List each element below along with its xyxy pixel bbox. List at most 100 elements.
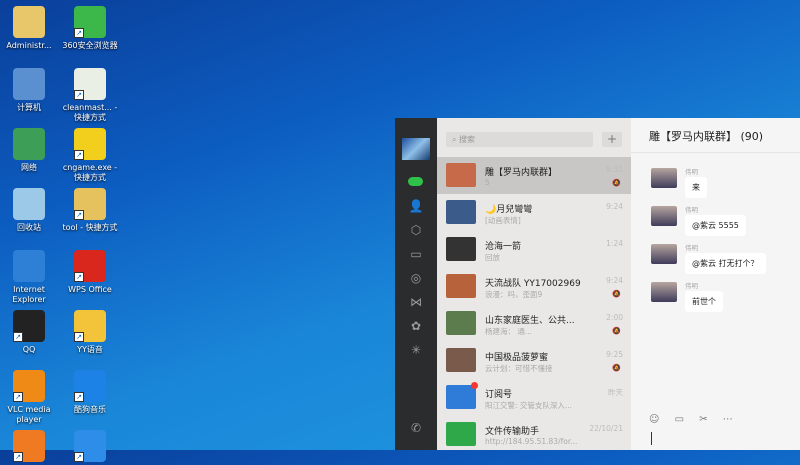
chat-avatar	[446, 200, 476, 224]
desktop-icon-label: 网络	[21, 163, 37, 172]
desktop-icon[interactable]: ↗	[58, 430, 122, 465]
chat-time: 9:25	[606, 350, 623, 359]
desktop-icon[interactable]: ↗ cleanmast... - 快捷方式	[58, 68, 122, 123]
app-icon: ↗	[74, 128, 106, 160]
shortcut-arrow-icon: ↗	[13, 332, 23, 342]
chat-time: 22/10/21	[589, 424, 623, 433]
add-button[interactable]: +	[602, 132, 622, 147]
contacts-icon[interactable]: 👤	[408, 198, 424, 214]
chat-icon[interactable]	[408, 177, 423, 186]
chat-avatar	[446, 311, 476, 335]
desktop-icon[interactable]: Internet Explorer	[0, 250, 61, 305]
user-avatar[interactable]	[402, 138, 430, 160]
chat-name: 🌙月兒彎彎	[485, 205, 533, 215]
chat-list-item[interactable]: 文件传输助手 http://184.95.51.83/for... 22/10/…	[437, 416, 631, 453]
chat-avatar	[446, 274, 476, 298]
chat-avatar	[446, 422, 476, 446]
desktop-icon-label: 360安全浏览器	[62, 41, 118, 50]
desktop-icon[interactable]: ↗ WPS Office	[58, 250, 122, 295]
desktop-icon[interactable]: 计算机	[0, 68, 61, 113]
unread-dot	[471, 382, 478, 389]
chat-list-item[interactable]: 订阅号 阳江交警: 交管支队深入... 昨天	[437, 379, 631, 416]
phone-icon[interactable]: ✆	[408, 420, 424, 436]
sender-name: 伟明	[685, 244, 698, 252]
desktop-icon[interactable]: ↗ YY语音	[58, 310, 122, 355]
search-input[interactable]: ⌕ 搜索	[446, 132, 593, 147]
sender-avatar[interactable]	[651, 282, 677, 302]
message-bubble: 来	[685, 177, 707, 198]
sender-name: 伟明	[685, 282, 698, 290]
butterfly-icon[interactable]: ⋈	[408, 294, 424, 310]
message-input[interactable]	[651, 432, 652, 445]
desktop-icon[interactable]: ↗ cngame.exe - 快捷方式	[58, 128, 122, 183]
desktop-icon-label: 计算机	[17, 103, 41, 112]
divider	[631, 152, 800, 153]
shortcut-arrow-icon: ↗	[74, 272, 84, 282]
desktop-icon[interactable]: ↗ 360安全浏览器	[58, 6, 122, 51]
app-icon: ↗	[13, 370, 45, 402]
desktop-icon[interactable]: Administr...	[0, 6, 61, 51]
app-icon	[13, 250, 45, 282]
chat-preview: [动画表情]	[485, 216, 521, 225]
chat-time: 昨天	[608, 388, 623, 397]
chat-time: 2:00	[606, 313, 623, 322]
app-icon	[13, 6, 45, 38]
message-bubble: 前世个	[685, 291, 723, 312]
mute-icon: 🔕	[612, 179, 621, 187]
chat-avatar	[446, 348, 476, 372]
chat-name: 订阅号	[485, 390, 513, 400]
desktop-icon[interactable]: ↗ VLC media player	[0, 370, 61, 425]
sender-name: 伟明	[685, 168, 698, 176]
chat-list-item[interactable]: 中国极品菠萝蜜 云计划：可惜不懂接 9:25 🔕	[437, 342, 631, 379]
desktop-icon-label: 回收站	[17, 223, 41, 232]
desktop-icon-label: WPS Office	[68, 285, 112, 294]
desktop-icon-label: Internet Explorer	[12, 285, 46, 304]
shortcut-arrow-icon: ↗	[74, 28, 84, 38]
app-icon: ↗	[13, 430, 45, 462]
sender-avatar[interactable]	[651, 244, 677, 264]
mute-icon: 🔕	[612, 327, 621, 335]
chat-name: 中国极品菠萝蜜	[485, 353, 549, 363]
sender-name: 伟明	[685, 206, 698, 214]
app-icon: ↗	[74, 430, 106, 462]
chat-list-item[interactable]: 天流战队 YY17002969 浪漫：吗，歪面9 9:24 🔕	[437, 268, 631, 305]
box-icon[interactable]: ⬡	[408, 222, 424, 238]
moments-icon[interactable]: ◎	[408, 270, 424, 286]
chat-name: 天流战队 YY17002969	[485, 279, 581, 289]
app-icon: ↗	[74, 250, 106, 282]
chat-list-item[interactable]: 🌙月兒彎彎 [动画表情] 9:24	[437, 194, 631, 231]
desktop-icon[interactable]: 网络	[0, 128, 61, 173]
desktop-icon[interactable]: ↗	[0, 430, 61, 465]
folder-icon[interactable]: ▭	[408, 246, 424, 262]
chat-list-item[interactable]: 山东家庭医生、公共... 杨建海： 通... 2:00 🔕	[437, 305, 631, 342]
desktop-icon-label: VLC media player	[7, 405, 51, 424]
chat-preview: http://184.95.51.83/for...	[485, 437, 578, 446]
desktop-icon[interactable]: 回收站	[0, 188, 61, 233]
chat-list-item[interactable]: 雕【罗马内联群】 5 9:31 🔕	[437, 157, 631, 194]
shortcut-arrow-icon: ↗	[13, 392, 23, 402]
shortcut-arrow-icon: ↗	[74, 210, 84, 220]
desktop-icon-label: YY语音	[77, 345, 103, 354]
chat-avatar	[446, 382, 478, 409]
mini-program-icon[interactable]: ✿	[408, 318, 424, 334]
chat-title: 雕【罗马内联群】 (90)	[649, 130, 764, 143]
sparkle-icon[interactable]: ✳	[408, 342, 424, 358]
shortcut-arrow-icon: ↗	[74, 90, 84, 100]
chat-list: ⌕ 搜索 + 雕【罗马内联群】 5 9:31 🔕 🌙月兒彎彎 [动画表情] 9:…	[437, 118, 631, 450]
sender-avatar[interactable]	[651, 206, 677, 226]
shortcut-arrow-icon: ↗	[74, 332, 84, 342]
app-icon	[13, 188, 45, 220]
input-toolbar[interactable]: ☺ ▭ ✂ ⋯	[649, 414, 733, 425]
app-icon: ↗	[74, 310, 106, 342]
desktop-icon[interactable]: ↗ 酷狗音乐	[58, 370, 122, 415]
desktop-icon[interactable]: ↗ QQ	[0, 310, 61, 355]
message-bubble: @紫云 打无打个？	[685, 253, 766, 274]
desktop-icon-label: Administr...	[6, 41, 52, 50]
chat-list-item[interactable]: 沧海一箭 回放 1:24	[437, 231, 631, 268]
desktop-icon-label: cngame.exe - 快捷方式	[62, 163, 118, 182]
sender-avatar[interactable]	[651, 168, 677, 188]
chat-time: 9:31	[606, 165, 623, 174]
chat-preview: 浪漫：吗，歪面9	[485, 290, 543, 299]
app-icon: ↗	[13, 310, 45, 342]
desktop-icon[interactable]: ↗ tool - 快捷方式	[58, 188, 122, 233]
